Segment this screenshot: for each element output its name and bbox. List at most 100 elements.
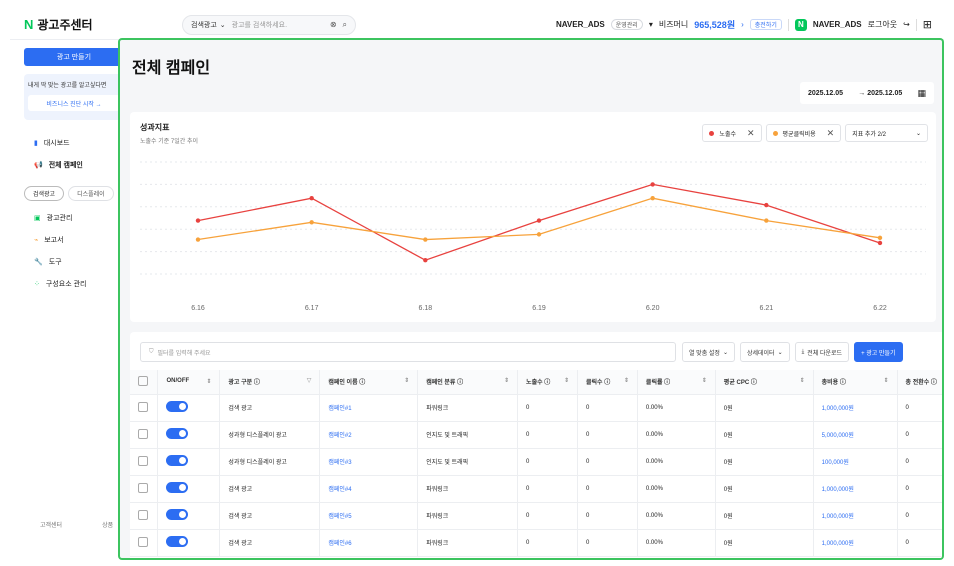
campaign-name-link[interactable]: 캠페인#6	[319, 529, 419, 557]
date-range-picker[interactable]: 2025.12.05 → 2025.12.05 ▦	[800, 82, 934, 104]
table-row[interactable]: 검색 광고 캠페인#1 파워링크 0 0 0.00% 0원 1,000,000원 0	[130, 394, 942, 422]
download-all-button[interactable]: ⤓ 전체 다운로드	[794, 342, 850, 362]
data-point[interactable]	[764, 202, 769, 208]
logout-icon[interactable]: ↪	[903, 20, 910, 29]
col-avg-cpc[interactable]: 평균 CPC ⓘ ⇕	[715, 370, 814, 395]
bizmoney-value[interactable]: 965,528원	[694, 18, 735, 31]
column-setting-button[interactable]: 열 맞춤 설정 ⌄	[682, 342, 735, 362]
search-input[interactable]: 광고를 검색하세요.	[232, 20, 324, 30]
charge-button[interactable]: 충전하기	[749, 19, 782, 30]
onoff-toggle[interactable]	[157, 475, 221, 503]
row-checkbox[interactable]	[130, 502, 159, 530]
table-row[interactable]: 검색 광고 캠페인#6 파워링크 0 0 0.00% 0원 1,000,000원 0	[130, 529, 942, 557]
col-clicks[interactable]: 클릭수 ⓘ ⇕	[577, 370, 638, 395]
data-point[interactable]	[195, 218, 201, 223]
sidebar-item-all-campaigns[interactable]: 📢 전체 캠페인	[10, 154, 130, 176]
sort-icon[interactable]: ⇕	[883, 377, 888, 384]
sidebar-item-tools[interactable]: 🔧 도구	[10, 251, 130, 273]
product-link[interactable]: 상품	[102, 520, 113, 529]
sort-icon[interactable]: ⇕	[702, 377, 707, 384]
sidebar-item-components[interactable]: ⁘ 구성요소 관리	[10, 273, 130, 295]
col-total-cost[interactable]: 총비용 ⓘ ⇕	[813, 370, 898, 395]
data-point[interactable]	[877, 240, 883, 246]
row-checkbox[interactable]	[130, 448, 159, 476]
onoff-toggle[interactable]	[157, 502, 221, 530]
sidebar-item-ad-management[interactable]: ▣ 광고관리	[10, 207, 130, 229]
customer-center-link[interactable]: 고객센터	[40, 520, 62, 529]
campaign-name-link[interactable]: 캠페인#1	[319, 394, 419, 422]
data-point[interactable]	[309, 195, 314, 201]
data-point[interactable]	[877, 235, 883, 241]
onoff-toggle[interactable]	[157, 529, 221, 557]
data-point[interactable]	[536, 232, 542, 237]
logout-button[interactable]: 로그아웃	[868, 19, 897, 30]
total-cost-link[interactable]: 100,000원	[813, 448, 898, 476]
account-dropdown-icon[interactable]: ▾	[649, 20, 653, 29]
add-metric-select[interactable]: 지표 추가 2/2 ⌄	[845, 124, 928, 142]
toggle-switch[interactable]	[166, 401, 189, 412]
sort-icon[interactable]: ⇕	[404, 377, 409, 384]
search-scope-select[interactable]: 검색광고 ⌄	[191, 20, 226, 30]
data-point[interactable]	[536, 218, 542, 223]
table-row[interactable]: 검색 광고 캠페인#5 파워링크 0 0 0.00% 0원 1,000,000원 0	[130, 502, 942, 530]
data-point[interactable]	[423, 237, 428, 242]
sort-icon[interactable]: ⇕	[800, 377, 805, 384]
total-cost-link[interactable]: 1,000,000원	[813, 529, 898, 557]
sort-icon[interactable]: ⇕	[206, 378, 211, 385]
row-checkbox[interactable]	[130, 529, 159, 557]
col-conversions[interactable]: 총 전환수 ⓘ	[897, 370, 942, 395]
tab-display-ads[interactable]: 디스플레이	[68, 186, 114, 201]
total-cost-link[interactable]: 1,000,000원	[813, 502, 898, 530]
total-cost-link[interactable]: 1,000,000원	[813, 394, 898, 422]
toggle-switch[interactable]	[166, 509, 189, 520]
col-campaign-name[interactable]: 캠페인 이름 ⓘ ⇕	[319, 370, 419, 395]
sidebar-item-report[interactable]: ⌁ 보고서	[10, 229, 130, 251]
col-ctr[interactable]: 클릭률 ⓘ ⇕	[637, 370, 716, 395]
select-all-checkbox[interactable]	[130, 370, 159, 395]
toggle-switch[interactable]	[166, 428, 189, 439]
table-row[interactable]: 검색 광고 캠페인#4 파워링크 0 0 0.00% 0원 1,000,000원 0	[130, 475, 942, 503]
campaign-name-link[interactable]: 캠페인#2	[319, 421, 419, 449]
total-cost-link[interactable]: 1,000,000원	[813, 475, 898, 503]
diagnosis-start-button[interactable]: 비즈니스 진단 시작 →	[28, 95, 120, 111]
table-row[interactable]: 성과형 디스플레이 광고 캠페인#3 인지도 및 트래픽 0 0 0.00% 0원 100,0…	[130, 448, 942, 476]
data-point[interactable]	[309, 220, 314, 225]
campaign-name-link[interactable]: 캠페인#4	[319, 475, 419, 503]
close-icon[interactable]: ✕	[747, 128, 755, 139]
sort-icon[interactable]: ⇕	[564, 377, 569, 384]
col-ad-type[interactable]: 광고 구분 ⓘ ▽	[219, 370, 321, 395]
search-box[interactable]: 검색광고 ⌄ 광고를 검색하세요. ⊗ ⌕	[182, 14, 356, 35]
row-checkbox[interactable]	[130, 421, 159, 449]
search-icon[interactable]: ⌕	[343, 20, 347, 30]
toggle-switch[interactable]	[166, 455, 189, 466]
clear-icon[interactable]: ⊗	[330, 20, 337, 29]
create-ad-button[interactable]: + 광고 만들기	[854, 342, 903, 362]
total-cost-link[interactable]: 5,000,000원	[813, 421, 898, 449]
col-impressions[interactable]: 노출수 ⓘ ⇕	[517, 370, 578, 395]
sort-icon[interactable]: ⇕	[504, 377, 509, 384]
onoff-toggle[interactable]	[157, 448, 221, 476]
create-ad-button[interactable]: 광고 만들기	[24, 48, 124, 66]
campaign-name-link[interactable]: 캠페인#5	[319, 502, 419, 530]
toggle-switch[interactable]	[166, 482, 189, 493]
sort-icon[interactable]: ⇕	[624, 377, 629, 384]
tab-search-ads[interactable]: 검색광고	[24, 186, 65, 201]
row-checkbox[interactable]	[130, 475, 159, 503]
data-point[interactable]	[423, 258, 428, 263]
filter-icon[interactable]: ▽	[307, 377, 312, 384]
metric-chip-avg-cpc[interactable]: 평균클릭비용 ✕	[765, 124, 842, 142]
onoff-toggle[interactable]	[157, 421, 221, 449]
campaign-name-link[interactable]: 캠페인#3	[319, 448, 419, 476]
col-onoff[interactable]: ON/OFF ⇕	[157, 370, 221, 395]
col-campaign-category[interactable]: 캠페인 분류 ⓘ ⇕	[417, 370, 519, 395]
metric-chip-impressions[interactable]: 노출수 ✕	[702, 124, 762, 142]
sidebar-item-dashboard[interactable]: ▮ 대시보드	[10, 132, 130, 154]
app-logo[interactable]: N 광고주센터	[10, 16, 170, 33]
calendar-icon[interactable]: ▦	[917, 88, 926, 99]
data-point[interactable]	[650, 195, 655, 201]
row-checkbox[interactable]	[130, 394, 159, 422]
data-point[interactable]	[650, 182, 655, 187]
onoff-toggle[interactable]	[157, 394, 221, 422]
close-icon[interactable]: ✕	[827, 128, 835, 139]
apps-grid-icon[interactable]: ⊞	[923, 18, 932, 31]
